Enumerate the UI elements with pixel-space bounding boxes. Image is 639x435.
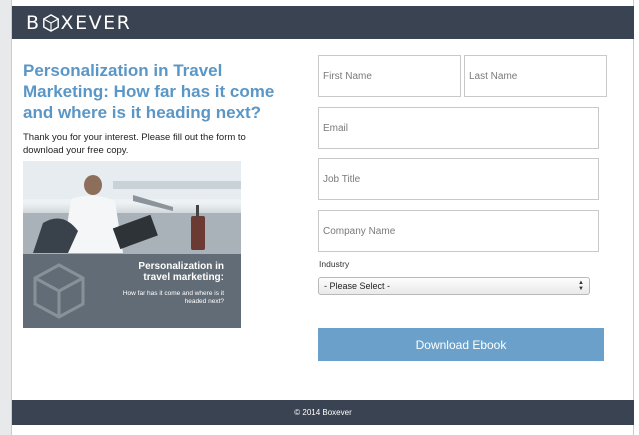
industry-selected-value: - Please Select - (324, 281, 391, 291)
cover-text: Personalization in travel marketing: How… (114, 261, 224, 306)
first-name-field[interactable] (318, 55, 461, 97)
copyright-text: © 2014 Boxever (294, 408, 352, 417)
cover-photo (23, 161, 241, 254)
last-name-field[interactable] (464, 55, 607, 97)
cover-title: Personalization in travel marketing: (138, 261, 224, 283)
window-right-edge (633, 0, 639, 435)
cover-cube-watermark-icon (33, 263, 85, 319)
job-title-field[interactable] (318, 158, 599, 200)
page-title: Personalization in Travel Marketing: How… (23, 61, 275, 122)
logo-letter-b: B (26, 12, 41, 34)
page-header: B XEVER (12, 6, 634, 39)
intro-text: Thank you for your interest. Please fill… (23, 132, 246, 156)
select-arrows-icon: ▲ ▼ (578, 280, 584, 292)
logo-letters-xever: XEVER (60, 12, 132, 34)
company-name-field[interactable] (318, 210, 599, 252)
ebook-cover-image: Personalization in travel marketing: How… (23, 161, 241, 328)
cover-subtitle: How far has it come and where is it head… (122, 290, 224, 305)
boxever-logo[interactable]: B XEVER (26, 12, 131, 34)
download-ebook-button[interactable]: Download Ebook (318, 328, 604, 361)
traveler-illustration (23, 161, 241, 254)
page-footer: © 2014 Boxever (12, 400, 634, 425)
industry-select[interactable]: - Please Select - ▲ ▼ (318, 277, 590, 295)
logo-hexagon-icon (42, 14, 59, 32)
window-left-edge (0, 0, 12, 435)
email-field[interactable] (318, 107, 599, 149)
industry-label: Industry (319, 259, 350, 269)
